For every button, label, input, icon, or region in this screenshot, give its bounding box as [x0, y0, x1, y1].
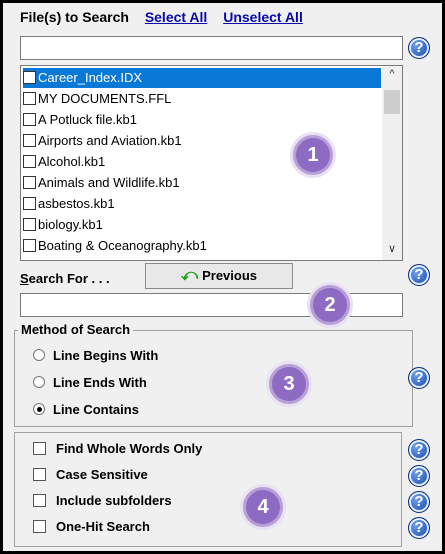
radio-button[interactable]: [33, 403, 45, 415]
option-label: Case Sensitive: [56, 467, 148, 482]
file-checkbox[interactable]: [23, 92, 36, 105]
file-name: MY DOCUMENTS.FFL: [38, 91, 172, 106]
file-name: Airports and Aviation.kb1: [38, 133, 182, 148]
file-list[interactable]: Career_Index.IDX MY DOCUMENTS.FFL A Potluc…: [20, 65, 403, 261]
select-all-link[interactable]: Select All: [145, 9, 208, 25]
option-label: Find Whole Words Only: [56, 441, 203, 456]
unselect-all-link[interactable]: Unselect All: [223, 9, 303, 25]
radio-button[interactable]: [33, 349, 45, 361]
file-list-item[interactable]: Career_Index.IDX: [23, 68, 381, 88]
file-checkbox[interactable]: [23, 197, 36, 210]
help-icon[interactable]: ?: [408, 264, 430, 286]
chevron-up-icon[interactable]: ^: [382, 68, 402, 80]
file-checkbox[interactable]: [23, 155, 36, 168]
option-checkbox-row[interactable]: Find Whole Words Only: [33, 441, 202, 456]
search-panel: File(s) to Search Select All Unselect Al…: [3, 3, 442, 551]
file-checkbox[interactable]: [23, 176, 36, 189]
callout-badge-3: 3: [269, 364, 309, 404]
file-filter-input[interactable]: [20, 36, 403, 60]
callout-badge-4: 4: [243, 487, 283, 527]
file-checkbox[interactable]: [23, 239, 36, 252]
help-icon[interactable]: ?: [408, 439, 430, 461]
file-list-item[interactable]: MY DOCUMENTS.FFL: [23, 89, 381, 109]
option-checkbox-row[interactable]: One-Hit Search: [33, 519, 150, 534]
file-list-item[interactable]: A Potluck file.kb1: [23, 110, 381, 130]
file-list-item[interactable]: asbestos.kb1: [23, 194, 381, 214]
file-name: asbestos.kb1: [38, 196, 115, 211]
previous-button-label: Previous: [202, 268, 258, 283]
file-list-item[interactable]: Boating & Oceanography.kb1: [23, 236, 381, 256]
method-option[interactable]: Line Ends With: [33, 375, 147, 390]
option-checkbox-row[interactable]: Case Sensitive: [33, 467, 148, 482]
method-option[interactable]: Line Contains: [33, 402, 139, 417]
files-header: File(s) to Search Select All Unselect Al…: [20, 9, 303, 25]
method-option[interactable]: Line Begins With: [33, 348, 158, 363]
option-checkbox-row[interactable]: Include subfolders: [33, 493, 172, 508]
help-icon[interactable]: ?: [408, 465, 430, 487]
method-option-label: Line Contains: [53, 402, 139, 417]
option-label: Include subfolders: [56, 493, 172, 508]
method-option-label: Line Ends With: [53, 375, 147, 390]
help-icon[interactable]: ?: [408, 367, 430, 389]
search-for-label: Search For . . .: [20, 271, 110, 286]
file-list-item[interactable]: Animals and Wildlife.kb1: [23, 173, 381, 193]
file-name: A Potluck file.kb1: [38, 112, 137, 127]
help-icon[interactable]: ?: [408, 491, 430, 513]
chevron-down-icon[interactable]: ∨: [382, 242, 402, 255]
scroll-thumb[interactable]: [384, 90, 400, 114]
option-label: One-Hit Search: [56, 519, 150, 534]
file-checkbox[interactable]: [23, 71, 36, 84]
green-return-arrow-icon: ⤺: [180, 267, 199, 284]
method-option-label: Line Begins With: [53, 348, 159, 363]
file-name: Career_Index.IDX: [38, 70, 143, 85]
file-checkbox[interactable]: [23, 113, 36, 126]
option-checkbox[interactable]: [33, 494, 46, 507]
file-name: Boating & Oceanography.kb1: [38, 238, 207, 253]
file-checkbox[interactable]: [23, 134, 36, 147]
previous-button[interactable]: ⤺ Previous: [145, 263, 293, 289]
file-list-scrollbar[interactable]: ^ ∨: [382, 66, 402, 260]
callout-badge-2: 2: [310, 285, 350, 325]
file-name: biology.kb1: [38, 217, 103, 232]
file-name: Animals and Wildlife.kb1: [38, 175, 180, 190]
files-to-search-label: File(s) to Search: [20, 9, 129, 25]
option-checkbox[interactable]: [33, 520, 46, 533]
file-name: Alcohol.kb1: [38, 154, 106, 169]
help-icon[interactable]: ?: [408, 517, 430, 539]
file-list-item[interactable]: biology.kb1: [23, 215, 381, 235]
callout-badge-1: 1: [293, 135, 333, 175]
file-checkbox[interactable]: [23, 218, 36, 231]
radio-button[interactable]: [33, 376, 45, 388]
method-of-search-title: Method of Search: [18, 322, 134, 337]
option-checkbox[interactable]: [33, 468, 46, 481]
help-icon[interactable]: ?: [408, 37, 430, 59]
option-checkbox[interactable]: [33, 442, 46, 455]
